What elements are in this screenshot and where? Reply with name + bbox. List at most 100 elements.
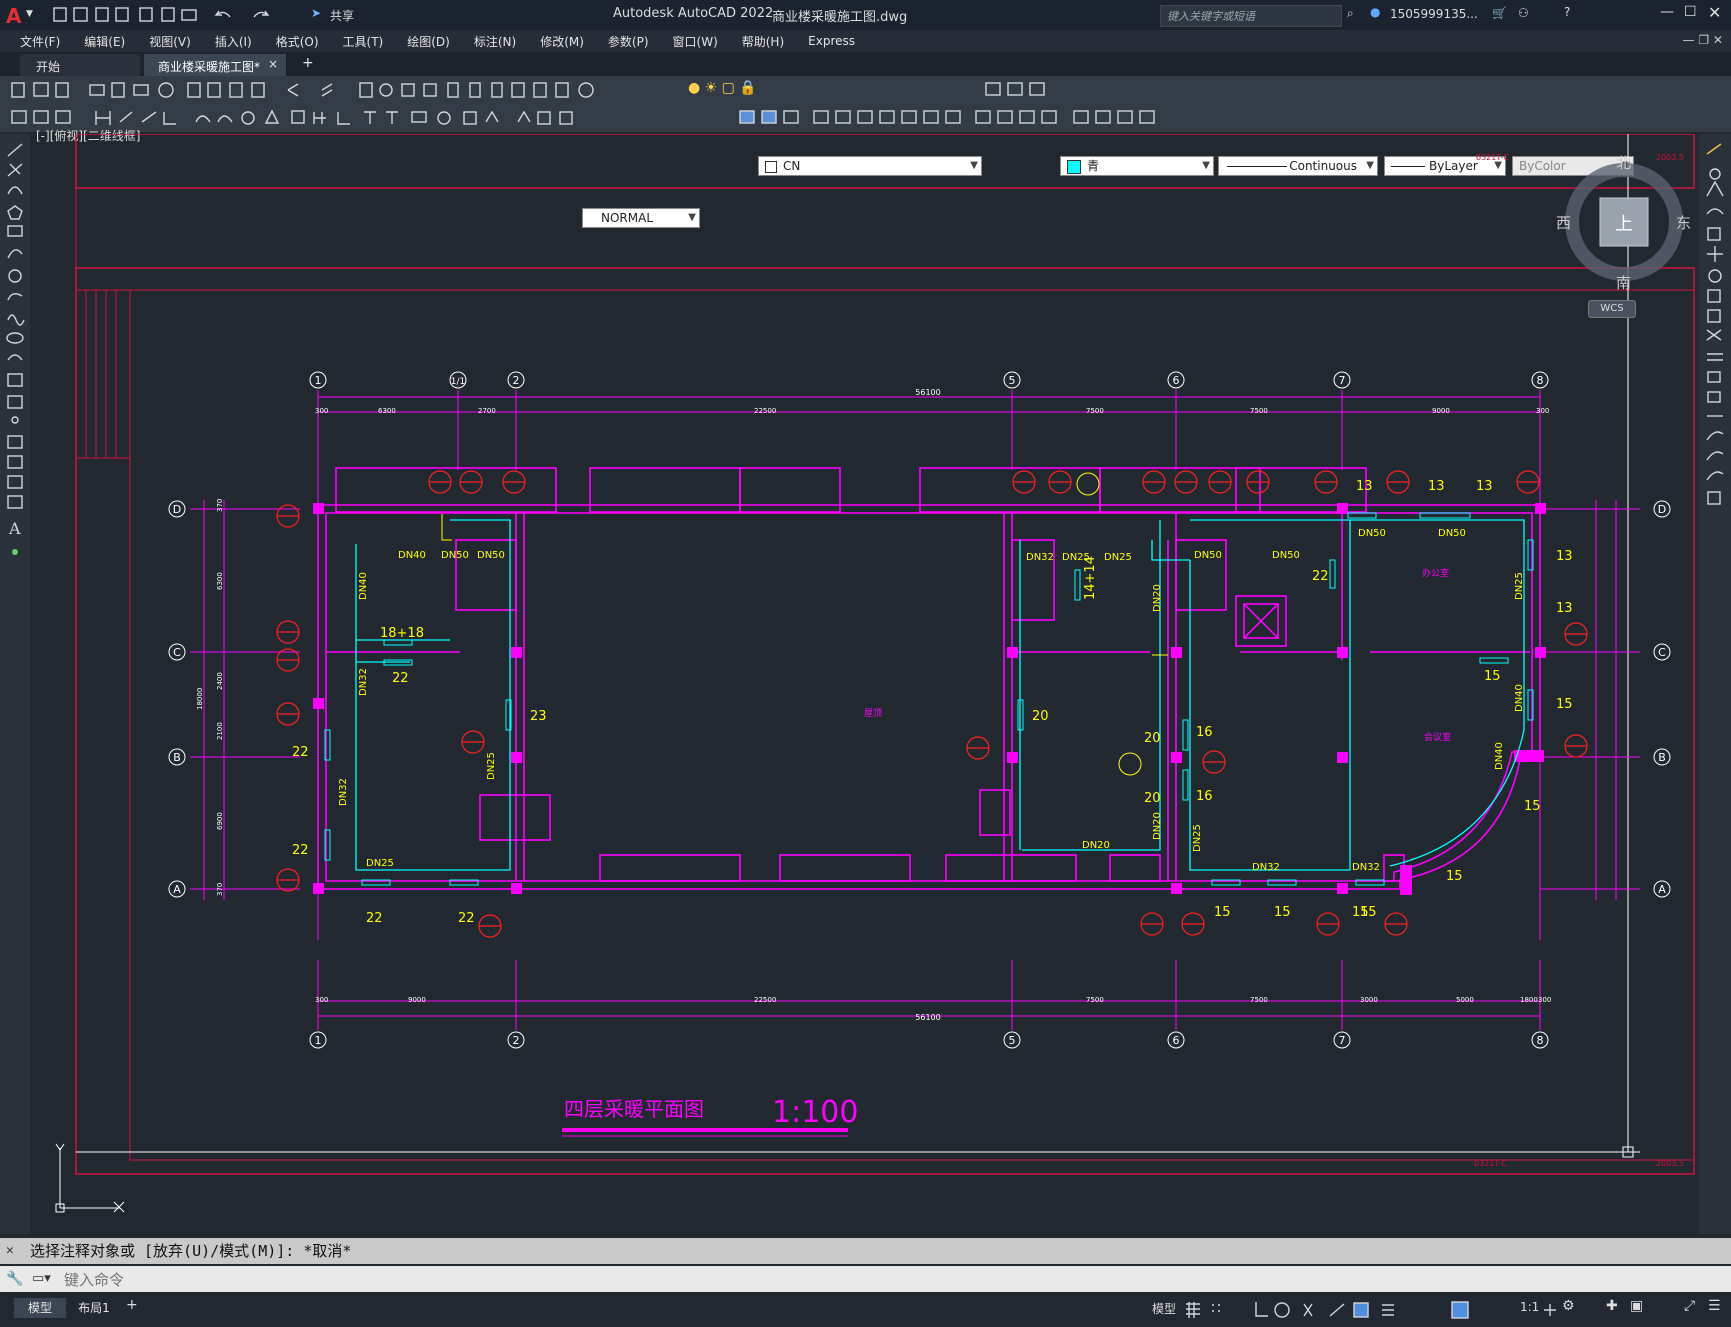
- share-button[interactable]: 共享: [330, 7, 354, 24]
- doc-window-controls[interactable]: — ❐ ✕: [1683, 33, 1723, 47]
- layer-tools-icons[interactable]: [982, 80, 1062, 100]
- quick-access-toolbar[interactable]: [52, 6, 302, 24]
- special-tags: [1076, 472, 1142, 776]
- autocad-logo-icon[interactable]: A: [6, 4, 21, 28]
- minimize-button[interactable]: —: [1660, 4, 1674, 20]
- svg-text:DN40: DN40: [1514, 684, 1525, 712]
- tab-document[interactable]: 商业楼采暖施工图* ×: [144, 54, 286, 76]
- layer-state-icons[interactable]: ● ☀ ▢ 🔒: [688, 80, 757, 96]
- search-input[interactable]: 键入关键字或短语: [1160, 5, 1342, 27]
- status-toggles[interactable]: [1184, 1300, 1624, 1320]
- grid-right-c: C: [1658, 646, 1666, 659]
- menu-view[interactable]: 视图(V): [137, 33, 203, 50]
- grid-bottom-2: 2: [513, 1034, 520, 1047]
- menu-insert[interactable]: 插入(I): [203, 33, 264, 50]
- tab-layout1[interactable]: 布局1: [68, 1298, 120, 1318]
- menu-tools[interactable]: 工具(T): [331, 33, 396, 50]
- maximize-button[interactable]: ☐: [1684, 4, 1697, 20]
- isolate-icon[interactable]: ▣: [1630, 1298, 1643, 1314]
- wcs-menu[interactable]: WCS: [1588, 300, 1636, 318]
- menu-bar: 文件(F) 编辑(E) 视图(V) 插入(I) 格式(O) 工具(T) 绘图(D…: [0, 30, 1731, 52]
- fullscreen-icon[interactable]: ⤢: [1684, 1298, 1695, 1314]
- cad-drawing: 0321T-C 2003.5 0321T-C 2003.5 56100 5610…: [55, 134, 1695, 1213]
- compass-east[interactable]: 东: [1676, 212, 1691, 233]
- heating-pipes: [355, 519, 1525, 871]
- menu-draw[interactable]: 绘图(D): [395, 33, 462, 50]
- cart-icon[interactable]: 🛒: [1492, 6, 1507, 20]
- menu-edit[interactable]: 编辑(E): [72, 33, 137, 50]
- menu-modify[interactable]: 修改(M): [528, 33, 596, 50]
- customize-menu-icon[interactable]: ☰: [1708, 1298, 1721, 1314]
- menu-window[interactable]: 窗口(W): [661, 33, 730, 50]
- dimension-toolbar-icons[interactable]: [8, 108, 578, 128]
- modify-toolbar: [1699, 134, 1731, 1234]
- draw-tools-icons[interactable]: A: [0, 134, 30, 594]
- dim-top-4: 7500: [1086, 407, 1104, 415]
- plus-icon[interactable]: ✚: [1606, 1298, 1618, 1314]
- title-bar: A ▼ ➤ 共享 Autodesk AutoCAD 2022 商业楼采暖施工图.…: [0, 0, 1731, 30]
- grid-right-a: A: [1658, 883, 1666, 896]
- app-menu-arrow-icon[interactable]: ▼: [26, 9, 33, 19]
- menu-help[interactable]: 帮助(H): [730, 33, 796, 50]
- menu-file[interactable]: 文件(F): [8, 33, 72, 50]
- tab-close-icon[interactable]: ×: [268, 57, 278, 71]
- search-icon[interactable]: ⌕: [1347, 6, 1354, 21]
- svg-text:20: 20: [1144, 731, 1161, 746]
- model-space-toggle[interactable]: 模型: [1152, 1300, 1176, 1317]
- viewcube[interactable]: 北 南 东 西 上: [1554, 152, 1694, 292]
- riser-tags: [276, 470, 1588, 938]
- command-history-text: 选择注释对象或 [放弃(U)/模式(M)]: *取消*: [30, 1242, 352, 1260]
- user-name[interactable]: 1505999135...: [1390, 7, 1478, 21]
- menu-parameter[interactable]: 参数(P): [596, 33, 661, 50]
- grid-top-7: 7: [1339, 374, 1346, 387]
- dim-left-total: 18000: [196, 688, 204, 710]
- grid-right-b: B: [1658, 751, 1666, 764]
- draw-toolbar: A: [0, 134, 30, 1234]
- drawing-canvas[interactable]: [-][俯视][二维线框] 0321T-C 2003.5 0321T-C 200…: [30, 129, 1699, 1234]
- menu-format[interactable]: 格式(O): [264, 33, 331, 50]
- svg-text:13: 13: [1556, 601, 1573, 616]
- svg-text:20: 20: [1032, 709, 1049, 724]
- grid-left-d: D: [173, 503, 181, 516]
- standard-toolbar-icons[interactable]: [8, 80, 708, 100]
- tab-start[interactable]: 开始: [20, 54, 140, 76]
- dim-bottom-2: 22500: [754, 996, 776, 1004]
- help-icon[interactable]: ?: [1564, 5, 1570, 19]
- modify-tools-icons[interactable]: [1699, 134, 1731, 564]
- new-tab-button[interactable]: +: [302, 55, 314, 71]
- svg-text:DN25: DN25: [1104, 552, 1132, 563]
- total-dim-top: 56100: [915, 388, 940, 397]
- close-button[interactable]: ✕: [1708, 3, 1721, 22]
- dim-top-5: 7500: [1250, 407, 1268, 415]
- close-command-icon[interactable]: ✕: [6, 1238, 14, 1264]
- svg-text:DN50: DN50: [477, 550, 505, 561]
- dim-bottom-3: 7500: [1086, 996, 1104, 1004]
- gear-icon[interactable]: ⚙: [1562, 1298, 1575, 1314]
- svg-text:DN20: DN20: [1152, 584, 1163, 612]
- autodesk-a360-icon[interactable]: ⚇: [1518, 6, 1529, 20]
- add-layout-button[interactable]: +: [126, 1297, 138, 1313]
- viewcube-top-face[interactable]: 上: [1615, 210, 1633, 236]
- tab-model[interactable]: 模型: [14, 1298, 66, 1318]
- svg-text:22: 22: [366, 911, 383, 926]
- command-input[interactable]: [62, 1269, 1666, 1291]
- svg-text:DN50: DN50: [441, 550, 469, 561]
- menu-express[interactable]: Express: [796, 34, 867, 48]
- svg-text:22: 22: [1312, 569, 1329, 584]
- svg-text:23: 23: [530, 709, 547, 724]
- compass-north[interactable]: 北: [1616, 152, 1631, 173]
- modify-toolbar-icons[interactable]: [704, 108, 1224, 128]
- dim-left-0: 370: [216, 499, 224, 512]
- wrench-icon[interactable]: 🔧: [6, 1266, 23, 1292]
- command-line[interactable]: 🔧 ▭▾: [0, 1266, 1731, 1292]
- radiators: [324, 512, 1534, 886]
- compass-south[interactable]: 南: [1616, 272, 1631, 293]
- user-icon[interactable]: ●: [1370, 5, 1380, 19]
- annotation-scale[interactable]: 1:1: [1520, 1300, 1539, 1314]
- menu-dimension[interactable]: 标注(N): [462, 33, 528, 50]
- svg-text:DN25: DN25: [486, 752, 497, 780]
- command-prompt-icon[interactable]: ▭▾: [32, 1266, 51, 1292]
- compass-west[interactable]: 西: [1556, 212, 1571, 233]
- share-icon[interactable]: ➤: [311, 6, 321, 20]
- sheet-year-bottom: 2003.5: [1656, 1159, 1684, 1168]
